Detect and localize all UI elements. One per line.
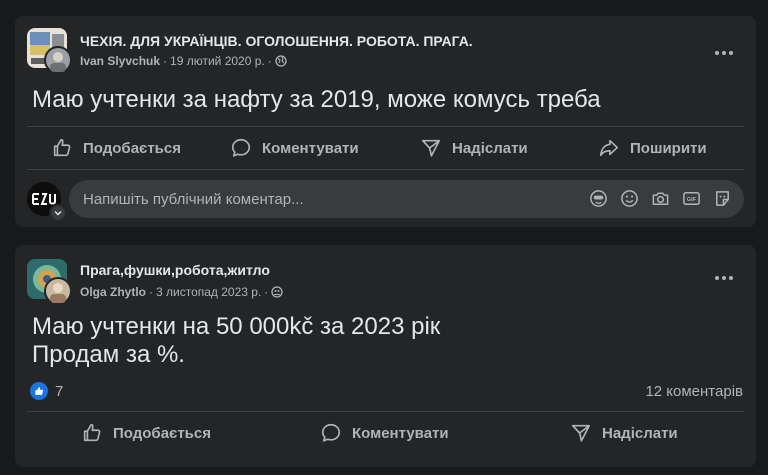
author-name[interactable]: Ivan Slyvchuk (80, 54, 160, 68)
sticker-icon[interactable] (713, 189, 732, 208)
thumbs-up-icon (83, 423, 101, 442)
comments-count[interactable]: 12 коментарів (645, 383, 743, 400)
post-meta: Ivan Slyvchuk · 19 лютий 2020 р. · (80, 54, 287, 68)
globe-icon (275, 55, 287, 67)
comment-bubble-icon (321, 423, 341, 442)
divider (27, 126, 744, 127)
avatar-sticker-icon[interactable] (589, 189, 608, 208)
like-reaction-icon[interactable] (30, 382, 48, 400)
group-icon (271, 286, 283, 298)
group-name[interactable]: ЧЕХІЯ. ДЛЯ УКРАЇНЦІВ. ОГОЛОШЕННЯ. РОБОТА… (80, 33, 473, 49)
divider (27, 169, 744, 170)
like-label: Подобається (83, 139, 181, 157)
like-button[interactable]: Подобається (51, 137, 181, 159)
post-text: Маю учтенки на 50 000kč за 2023 рік Прод… (32, 313, 440, 369)
post-text-line: Продам за %. (32, 341, 185, 368)
post-date[interactable]: 3 листопад 2023 р. (156, 285, 261, 299)
share-icon (599, 139, 619, 157)
post-card: ЧЕХІЯ. ДЛЯ УКРАЇНЦІВ. ОГОЛОШЕННЯ. РОБОТА… (15, 16, 756, 227)
comment-button[interactable]: Коментувати (230, 137, 359, 159)
comment-label: Коментувати (262, 139, 359, 157)
emoji-icon[interactable] (620, 189, 639, 208)
thumbs-up-icon (53, 138, 71, 157)
send-icon (421, 139, 441, 157)
post-avatars[interactable] (27, 28, 72, 74)
meta-separator: · (267, 54, 272, 68)
post-meta: Olga Zhytlo · 3 листопад 2023 р. · (80, 285, 283, 299)
meta-separator: · (264, 285, 269, 299)
divider (27, 411, 744, 412)
author-name[interactable]: Olga Zhytlo (80, 285, 146, 299)
send-icon (571, 424, 591, 442)
post-date[interactable]: 19 лютий 2020 р. (170, 54, 265, 68)
post-avatars[interactable] (27, 259, 72, 305)
post-text-line: Маю учтенки на 50 000kč за 2023 рік (32, 313, 441, 340)
user-avatar[interactable] (44, 277, 72, 305)
send-label: Надіслати (452, 139, 528, 157)
comment-box: GIF (69, 180, 744, 218)
comment-bubble-icon (231, 138, 251, 157)
comment-button[interactable]: Коментувати (320, 422, 449, 444)
send-button[interactable]: Надіслати (420, 137, 528, 159)
meta-separator: · (163, 54, 168, 68)
more-options-button[interactable] (710, 42, 738, 64)
comment-input[interactable] (81, 189, 565, 209)
share-button[interactable]: Поширити (598, 137, 707, 159)
comment-composer: GIF (27, 180, 744, 222)
chevron-down-icon[interactable] (49, 204, 67, 222)
camera-icon[interactable] (651, 189, 670, 208)
comment-tools: GIF (589, 189, 732, 208)
gif-icon[interactable]: GIF (682, 189, 701, 208)
like-label: Подобається (113, 424, 211, 442)
send-label: Надіслати (602, 424, 678, 442)
more-options-button[interactable] (710, 267, 738, 289)
user-avatar[interactable] (44, 46, 72, 74)
like-button[interactable]: Подобається (81, 422, 211, 444)
post-text: Маю учтенки за нафту за 2019, може комус… (32, 86, 601, 113)
post-card: Прага,фушки,робота,житло Olga Zhytlo · 3… (15, 245, 756, 467)
svg-text:GIF: GIF (687, 197, 697, 203)
comment-label: Коментувати (352, 424, 449, 442)
group-name[interactable]: Прага,фушки,робота,житло (80, 262, 270, 278)
send-button[interactable]: Надіслати (570, 422, 678, 444)
reactions-count[interactable]: 7 (55, 383, 63, 400)
share-label: Поширити (630, 139, 707, 157)
meta-separator: · (149, 285, 153, 299)
